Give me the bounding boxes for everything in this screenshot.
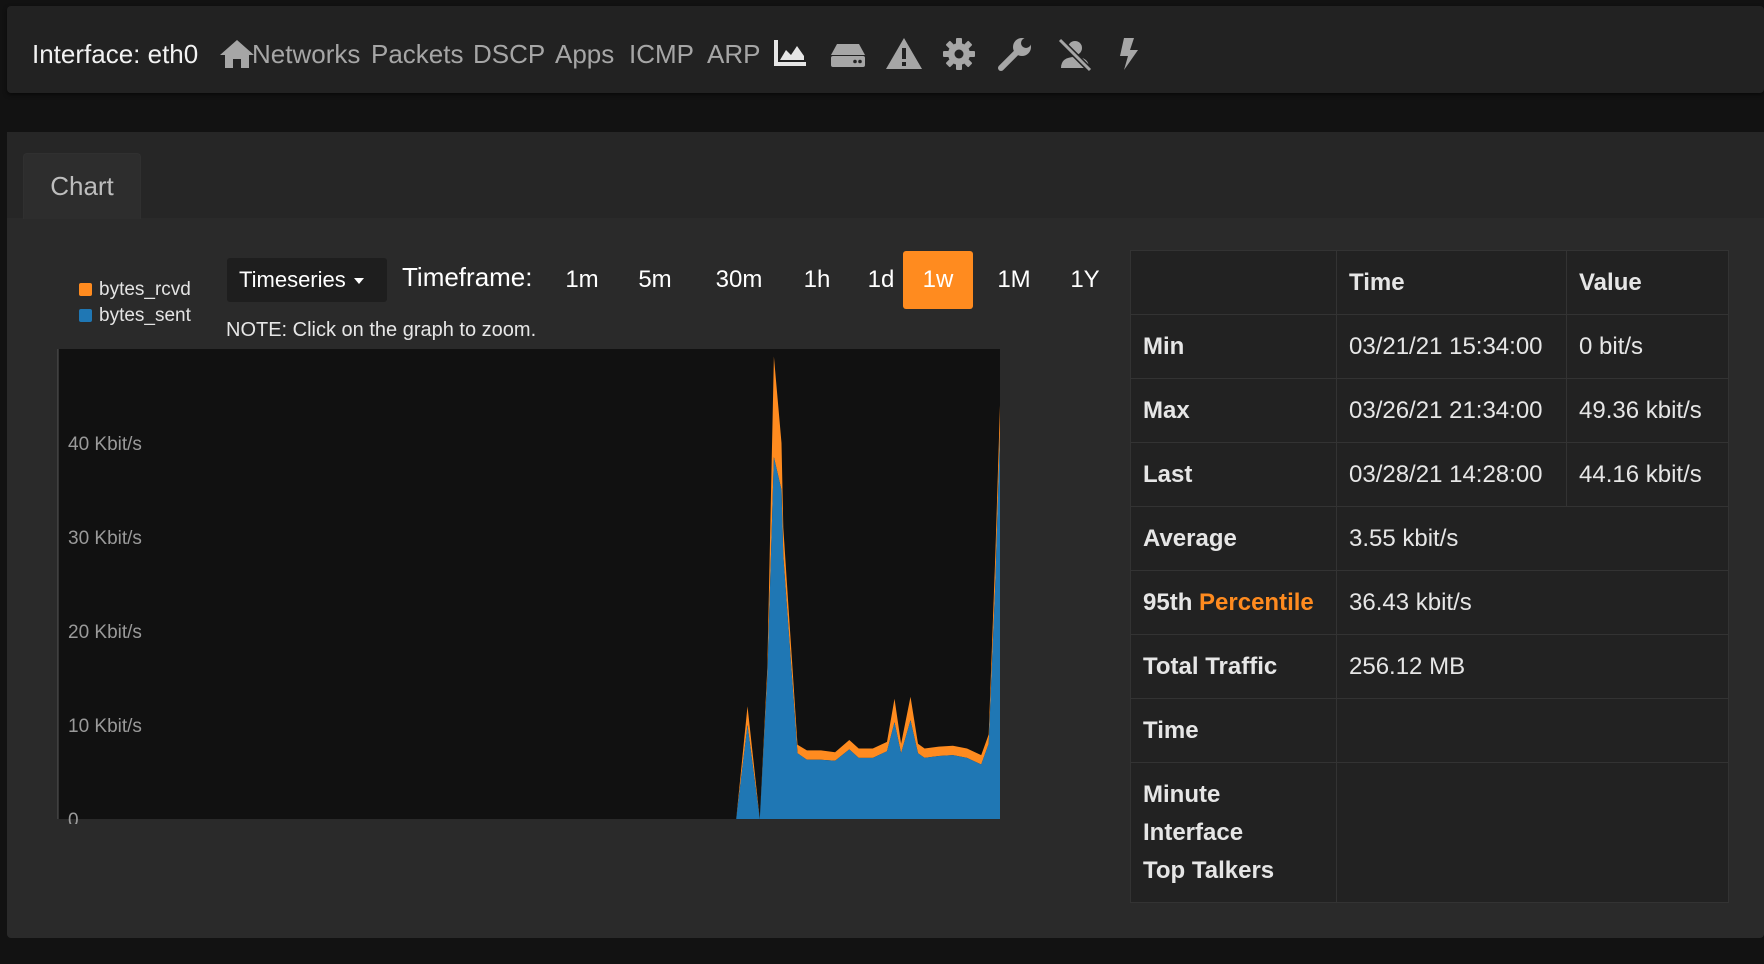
percentile-link[interactable]: Percentile <box>1199 589 1314 616</box>
stats-label: Total Traffic <box>1130 634 1337 699</box>
y-tick-label: 30 Kbit/s <box>68 528 142 549</box>
y-tick-label: 10 Kbit/s <box>68 716 142 737</box>
stats-row-percentile: 95th Percentile 36.43 kbit/s <box>1130 570 1729 635</box>
view-type-dropdown[interactable]: Timeseries <box>227 258 387 302</box>
legend-label: bytes_sent <box>99 305 191 326</box>
zoom-note: NOTE: Click on the graph to zoom. <box>226 319 537 341</box>
traffic-chart-svg[interactable]: 0 10 Kbit/s 20 Kbit/s 30 Kbit/s 40 Kbit/s <box>50 344 1005 824</box>
stats-label: Min <box>1130 314 1337 379</box>
stats-links-cell: Minute Interface Top Talkers <box>1130 762 1337 903</box>
stats-value <box>1336 698 1729 763</box>
timeframe-5m-button[interactable]: 5m <box>619 251 691 309</box>
user-slash-icon[interactable] <box>1055 34 1095 74</box>
timeframe-1w-button[interactable]: 1w <box>903 251 973 309</box>
interface-title: Interface: eth0 <box>32 39 199 69</box>
view-type-label: Timeseries <box>239 267 346 292</box>
stats-header-time: Time <box>1336 250 1567 315</box>
legend-swatch <box>79 283 92 296</box>
legend-item-bytes-sent[interactable]: bytes_sent <box>79 303 191 329</box>
tab-chart[interactable]: Chart <box>23 153 141 219</box>
stats-table: Time Value Min 03/21/21 15:34:00 0 bit/s… <box>1130 250 1729 903</box>
stats-label: Last <box>1130 442 1337 507</box>
timeframe-1m-button[interactable]: 1m <box>547 251 617 309</box>
stats-label: Average <box>1130 506 1337 571</box>
stats-label: Max <box>1130 378 1337 443</box>
bolt-icon[interactable] <box>1109 34 1149 74</box>
traffic-chart[interactable]: 0 10 Kbit/s 20 Kbit/s 30 Kbit/s 40 Kbit/s <box>50 344 1005 824</box>
stats-label-percentile: 95th Percentile <box>1130 570 1337 635</box>
caret-down-icon <box>353 278 364 284</box>
stats-header-blank <box>1130 250 1337 315</box>
stats-label-prefix: 95th <box>1143 588 1193 616</box>
stats-row-time: Time <box>1130 698 1729 763</box>
nav-link-packets[interactable]: Packets <box>371 39 464 70</box>
stats-value: 36.43 kbit/s <box>1336 570 1729 635</box>
stats-label: Time <box>1130 698 1337 763</box>
stats-value: 0 bit/s <box>1566 314 1729 379</box>
y-tick-label: 40 Kbit/s <box>68 434 142 455</box>
link-interface[interactable]: Interface <box>1143 814 1324 852</box>
nav-link-arp[interactable]: ARP <box>707 39 760 70</box>
tab-bar: Chart <box>7 132 1764 219</box>
timeframe-label: Timeframe: <box>402 262 533 292</box>
stats-value: 3.55 kbit/s <box>1336 506 1729 571</box>
top-navbar: Interface: eth0 Networks Packets DSCP Ap… <box>7 6 1764 93</box>
stats-empty-cell <box>1336 762 1729 903</box>
wrench-icon[interactable] <box>995 34 1035 74</box>
stats-value: 49.36 kbit/s <box>1566 378 1729 443</box>
stats-row-min: Min 03/21/21 15:34:00 0 bit/s <box>1130 314 1729 379</box>
nav-link-icmp[interactable]: ICMP <box>629 39 694 70</box>
timeframe-30m-button[interactable]: 30m <box>694 251 784 309</box>
stats-header-row: Time Value <box>1130 250 1729 315</box>
timeframe-1h-button[interactable]: 1h <box>786 251 848 309</box>
link-top-talkers[interactable]: Top Talkers <box>1143 852 1324 890</box>
nav-link-apps[interactable]: Apps <box>555 39 614 70</box>
stats-time: 03/21/21 15:34:00 <box>1336 314 1567 379</box>
y-tick-label: 20 Kbit/s <box>68 622 142 643</box>
nav-link-networks[interactable]: Networks <box>252 39 360 70</box>
stats-row-max: Max 03/26/21 21:34:00 49.36 kbit/s <box>1130 378 1729 443</box>
stats-header-value: Value <box>1566 250 1729 315</box>
legend-label: bytes_rcvd <box>99 279 191 300</box>
timeframe-1Y-button[interactable]: 1Y <box>1052 251 1118 309</box>
legend-swatch <box>79 309 92 322</box>
chart-legend: bytes_rcvd bytes_sent <box>79 277 191 329</box>
stats-time: 03/28/21 14:28:00 <box>1336 442 1567 507</box>
stats-row-links: Minute Interface Top Talkers <box>1130 762 1729 903</box>
warning-icon[interactable] <box>884 34 924 74</box>
area-chart-icon[interactable] <box>770 34 810 74</box>
stats-time: 03/26/21 21:34:00 <box>1336 378 1567 443</box>
link-minute[interactable]: Minute <box>1143 776 1324 814</box>
gear-icon[interactable] <box>939 34 979 74</box>
stats-value: 44.16 kbit/s <box>1566 442 1729 507</box>
legend-item-bytes-rcvd[interactable]: bytes_rcvd <box>79 277 191 303</box>
y-tick-label: 0 <box>68 810 79 824</box>
timeframe-1M-button[interactable]: 1M <box>977 251 1051 309</box>
stats-row-average: Average 3.55 kbit/s <box>1130 506 1729 571</box>
hdd-icon[interactable] <box>828 34 868 74</box>
stats-row-total-traffic: Total Traffic 256.12 MB <box>1130 634 1729 699</box>
stats-value: 256.12 MB <box>1336 634 1729 699</box>
stats-row-last: Last 03/28/21 14:28:00 44.16 kbit/s <box>1130 442 1729 507</box>
nav-link-dscp[interactable]: DSCP <box>473 39 545 70</box>
home-icon[interactable] <box>217 34 257 74</box>
